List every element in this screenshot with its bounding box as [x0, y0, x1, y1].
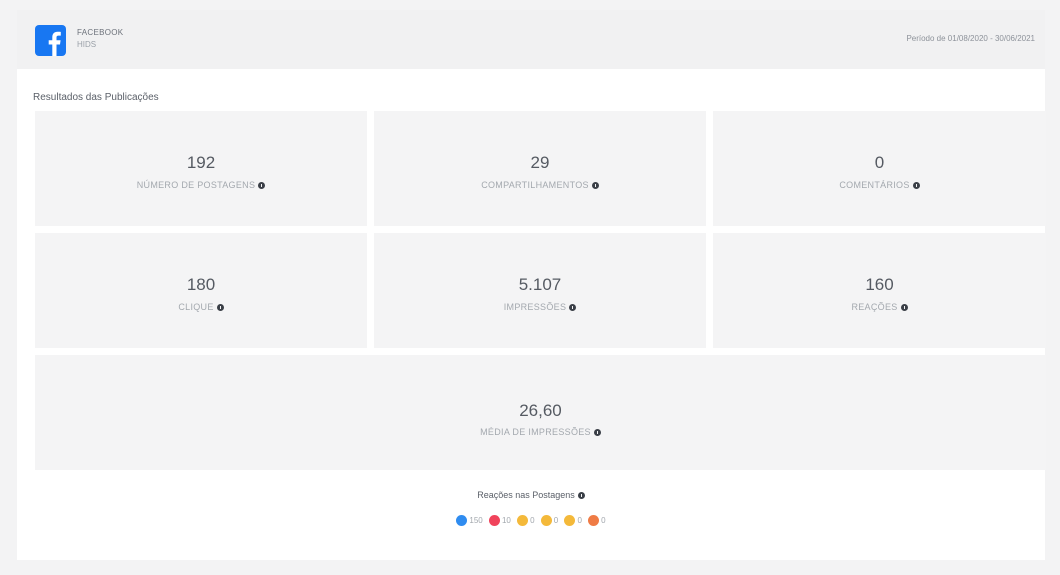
metric-label-text: MÉDIA DE IMPRESSÕES: [480, 427, 591, 437]
metric-value: 0: [874, 153, 885, 172]
angry-icon: [588, 515, 600, 526]
metric-value: 29: [530, 153, 550, 172]
info-icon[interactable]: [593, 429, 601, 436]
section-title: Resultados das Publicações: [33, 92, 159, 103]
brand-block: FACEBOOK HIDS: [77, 28, 123, 51]
metric-label-text: IMPRESSÕES: [503, 302, 567, 312]
report-header: FACEBOOK HIDS Período de 01/08/2020 - 30…: [17, 10, 1045, 69]
metric-value: 160: [865, 275, 894, 294]
haha-icon: [517, 515, 529, 526]
metric-label: MÉDIA DE IMPRESSÕES: [35, 426, 1046, 438]
like-icon: [456, 515, 468, 526]
love-icon: [488, 515, 500, 526]
reactions-title-text: Reações nas Postagens: [477, 490, 575, 500]
metric-tile-media-impressoes: 26,60 MÉDIA DE IMPRESSÕES: [35, 355, 1046, 470]
info-icon[interactable]: [569, 304, 577, 311]
reaction-like: 150: [456, 515, 483, 526]
metric-tile-clique: 180 CLIQUE: [35, 233, 367, 348]
facebook-logo-icon: [35, 25, 66, 56]
metric-value: 180: [186, 275, 216, 294]
reaction-count: 0: [530, 516, 535, 525]
info-icon[interactable]: [216, 304, 224, 311]
metric-label: REAÇÕES: [713, 301, 1046, 313]
metric-label: COMENTÁRIOS: [713, 179, 1046, 191]
period-range: Período de 01/08/2020 - 30/06/2021: [906, 34, 1035, 43]
metric-tile-compartilhamentos: 29 COMPARTILHAMENTOS: [374, 111, 706, 226]
metric-label-text: NÚMERO DE POSTAGENS: [136, 180, 256, 190]
sad-icon: [564, 515, 576, 526]
metric-label: IMPRESSÕES: [374, 301, 706, 313]
metric-label-text: COMENTÁRIOS: [839, 180, 910, 190]
account-name: HIDS: [77, 40, 97, 49]
reaction-count: 10: [501, 516, 511, 525]
metric-tile-reacoes: 160 REAÇÕES: [713, 233, 1046, 348]
wow-icon: [540, 515, 552, 526]
metric-label-text: REAÇÕES: [851, 302, 898, 312]
reaction-haha: 0: [517, 515, 535, 526]
reaction-love: 10: [488, 515, 511, 526]
reaction-wow: 0: [540, 515, 559, 526]
brand-name: FACEBOOK: [77, 28, 124, 37]
reaction-count: 150: [469, 516, 483, 525]
info-icon[interactable]: [258, 182, 266, 189]
reaction-count: 0: [577, 516, 582, 525]
metric-label-text: CLIQUE: [178, 302, 214, 312]
metric-tile-impressoes: 5.107 IMPRESSÕES: [374, 233, 706, 348]
reactions-list: 150 10 0 0 0 0: [17, 515, 1045, 526]
report-card: FACEBOOK HIDS Período de 01/08/2020 - 30…: [17, 10, 1046, 560]
metric-label-text: COMPARTILHAMENTOS: [481, 180, 589, 190]
info-icon[interactable]: [577, 492, 585, 499]
metric-label: NÚMERO DE POSTAGENS: [35, 179, 367, 191]
info-icon[interactable]: [900, 304, 908, 311]
reaction-count: 0: [553, 516, 559, 525]
metric-label: CLIQUE: [35, 301, 367, 313]
reaction-sad: 0: [564, 515, 582, 526]
metric-value: 192: [186, 153, 216, 172]
info-icon[interactable]: [912, 182, 920, 189]
metric-label: COMPARTILHAMENTOS: [374, 179, 706, 191]
reaction-angry: 0: [588, 515, 606, 526]
metric-tile-comentarios: 0 COMENTÁRIOS: [713, 111, 1046, 226]
reactions-title: Reações nas Postagens: [17, 490, 1045, 500]
metric-value: 26,60: [519, 401, 562, 420]
metric-tile-postagens: 192 NÚMERO DE POSTAGENS: [35, 111, 367, 226]
info-icon[interactable]: [591, 182, 599, 189]
reaction-count: 0: [601, 516, 606, 525]
metric-value: 5.107: [518, 275, 562, 294]
